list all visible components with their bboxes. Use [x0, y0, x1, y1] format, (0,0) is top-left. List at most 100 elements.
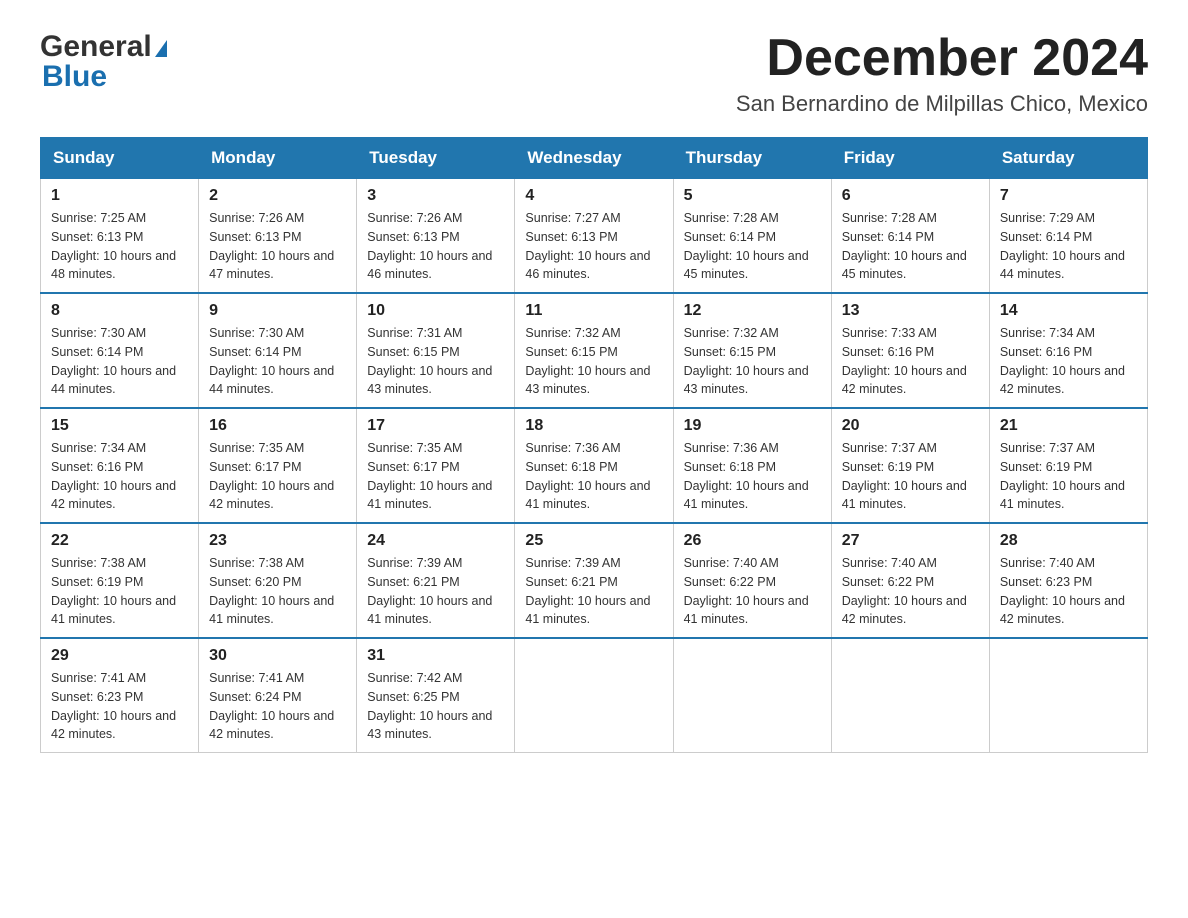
day-info: Sunrise: 7:35 AMSunset: 6:17 PMDaylight:…	[367, 441, 492, 511]
day-number: 12	[684, 302, 821, 320]
day-number: 17	[367, 417, 504, 435]
calendar-cell: 17 Sunrise: 7:35 AMSunset: 6:17 PMDaylig…	[357, 408, 515, 523]
calendar-cell	[831, 638, 989, 753]
calendar-cell: 4 Sunrise: 7:27 AMSunset: 6:13 PMDayligh…	[515, 179, 673, 294]
day-number: 13	[842, 302, 979, 320]
calendar-table: Sunday Monday Tuesday Wednesday Thursday…	[40, 137, 1148, 753]
day-number: 27	[842, 532, 979, 550]
day-number: 28	[1000, 532, 1137, 550]
day-info: Sunrise: 7:26 AMSunset: 6:13 PMDaylight:…	[367, 211, 492, 281]
day-info: Sunrise: 7:38 AMSunset: 6:19 PMDaylight:…	[51, 556, 176, 626]
day-number: 4	[525, 187, 662, 205]
calendar-title: December 2024	[736, 30, 1148, 87]
calendar-cell: 31 Sunrise: 7:42 AMSunset: 6:25 PMDaylig…	[357, 638, 515, 753]
day-number: 7	[1000, 187, 1137, 205]
day-info: Sunrise: 7:30 AMSunset: 6:14 PMDaylight:…	[51, 326, 176, 396]
logo: General Blue	[40, 30, 167, 94]
day-number: 6	[842, 187, 979, 205]
day-number: 9	[209, 302, 346, 320]
calendar-cell: 20 Sunrise: 7:37 AMSunset: 6:19 PMDaylig…	[831, 408, 989, 523]
day-info: Sunrise: 7:41 AMSunset: 6:23 PMDaylight:…	[51, 671, 176, 741]
calendar-cell: 9 Sunrise: 7:30 AMSunset: 6:14 PMDayligh…	[199, 293, 357, 408]
day-info: Sunrise: 7:39 AMSunset: 6:21 PMDaylight:…	[367, 556, 492, 626]
calendar-cell: 26 Sunrise: 7:40 AMSunset: 6:22 PMDaylig…	[673, 523, 831, 638]
calendar-cell	[673, 638, 831, 753]
day-info: Sunrise: 7:25 AMSunset: 6:13 PMDaylight:…	[51, 211, 176, 281]
day-info: Sunrise: 7:37 AMSunset: 6:19 PMDaylight:…	[1000, 441, 1125, 511]
day-info: Sunrise: 7:27 AMSunset: 6:13 PMDaylight:…	[525, 211, 650, 281]
col-saturday: Saturday	[989, 138, 1147, 179]
calendar-week-row: 1 Sunrise: 7:25 AMSunset: 6:13 PMDayligh…	[41, 179, 1148, 294]
calendar-cell: 28 Sunrise: 7:40 AMSunset: 6:23 PMDaylig…	[989, 523, 1147, 638]
day-info: Sunrise: 7:34 AMSunset: 6:16 PMDaylight:…	[1000, 326, 1125, 396]
day-number: 23	[209, 532, 346, 550]
calendar-cell: 15 Sunrise: 7:34 AMSunset: 6:16 PMDaylig…	[41, 408, 199, 523]
header-row: Sunday Monday Tuesday Wednesday Thursday…	[41, 138, 1148, 179]
calendar-week-row: 22 Sunrise: 7:38 AMSunset: 6:19 PMDaylig…	[41, 523, 1148, 638]
day-number: 18	[525, 417, 662, 435]
logo-general: General	[40, 30, 152, 64]
day-number: 22	[51, 532, 188, 550]
calendar-cell: 6 Sunrise: 7:28 AMSunset: 6:14 PMDayligh…	[831, 179, 989, 294]
calendar-cell: 11 Sunrise: 7:32 AMSunset: 6:15 PMDaylig…	[515, 293, 673, 408]
day-number: 1	[51, 187, 188, 205]
day-number: 5	[684, 187, 821, 205]
calendar-cell: 16 Sunrise: 7:35 AMSunset: 6:17 PMDaylig…	[199, 408, 357, 523]
day-info: Sunrise: 7:36 AMSunset: 6:18 PMDaylight:…	[684, 441, 809, 511]
calendar-cell: 5 Sunrise: 7:28 AMSunset: 6:14 PMDayligh…	[673, 179, 831, 294]
col-friday: Friday	[831, 138, 989, 179]
day-info: Sunrise: 7:40 AMSunset: 6:22 PMDaylight:…	[842, 556, 967, 626]
day-info: Sunrise: 7:41 AMSunset: 6:24 PMDaylight:…	[209, 671, 334, 741]
day-number: 10	[367, 302, 504, 320]
day-number: 2	[209, 187, 346, 205]
day-info: Sunrise: 7:26 AMSunset: 6:13 PMDaylight:…	[209, 211, 334, 281]
day-number: 20	[842, 417, 979, 435]
col-wednesday: Wednesday	[515, 138, 673, 179]
calendar-cell: 3 Sunrise: 7:26 AMSunset: 6:13 PMDayligh…	[357, 179, 515, 294]
day-number: 21	[1000, 417, 1137, 435]
calendar-cell: 14 Sunrise: 7:34 AMSunset: 6:16 PMDaylig…	[989, 293, 1147, 408]
calendar-cell: 2 Sunrise: 7:26 AMSunset: 6:13 PMDayligh…	[199, 179, 357, 294]
day-info: Sunrise: 7:40 AMSunset: 6:22 PMDaylight:…	[684, 556, 809, 626]
day-info: Sunrise: 7:37 AMSunset: 6:19 PMDaylight:…	[842, 441, 967, 511]
day-info: Sunrise: 7:32 AMSunset: 6:15 PMDaylight:…	[684, 326, 809, 396]
day-info: Sunrise: 7:30 AMSunset: 6:14 PMDaylight:…	[209, 326, 334, 396]
day-info: Sunrise: 7:33 AMSunset: 6:16 PMDaylight:…	[842, 326, 967, 396]
calendar-cell: 18 Sunrise: 7:36 AMSunset: 6:18 PMDaylig…	[515, 408, 673, 523]
day-number: 30	[209, 647, 346, 665]
calendar-cell: 19 Sunrise: 7:36 AMSunset: 6:18 PMDaylig…	[673, 408, 831, 523]
calendar-cell: 13 Sunrise: 7:33 AMSunset: 6:16 PMDaylig…	[831, 293, 989, 408]
calendar-cell: 10 Sunrise: 7:31 AMSunset: 6:15 PMDaylig…	[357, 293, 515, 408]
calendar-week-row: 8 Sunrise: 7:30 AMSunset: 6:14 PMDayligh…	[41, 293, 1148, 408]
calendar-cell: 24 Sunrise: 7:39 AMSunset: 6:21 PMDaylig…	[357, 523, 515, 638]
day-info: Sunrise: 7:36 AMSunset: 6:18 PMDaylight:…	[525, 441, 650, 511]
day-number: 29	[51, 647, 188, 665]
day-info: Sunrise: 7:42 AMSunset: 6:25 PMDaylight:…	[367, 671, 492, 741]
col-monday: Monday	[199, 138, 357, 179]
col-sunday: Sunday	[41, 138, 199, 179]
day-number: 15	[51, 417, 188, 435]
day-info: Sunrise: 7:40 AMSunset: 6:23 PMDaylight:…	[1000, 556, 1125, 626]
day-number: 14	[1000, 302, 1137, 320]
day-info: Sunrise: 7:28 AMSunset: 6:14 PMDaylight:…	[684, 211, 809, 281]
day-number: 8	[51, 302, 188, 320]
logo-blue: Blue	[42, 60, 107, 94]
day-info: Sunrise: 7:34 AMSunset: 6:16 PMDaylight:…	[51, 441, 176, 511]
calendar-cell: 25 Sunrise: 7:39 AMSunset: 6:21 PMDaylig…	[515, 523, 673, 638]
calendar-cell	[515, 638, 673, 753]
calendar-cell: 8 Sunrise: 7:30 AMSunset: 6:14 PMDayligh…	[41, 293, 199, 408]
day-info: Sunrise: 7:29 AMSunset: 6:14 PMDaylight:…	[1000, 211, 1125, 281]
calendar-cell: 7 Sunrise: 7:29 AMSunset: 6:14 PMDayligh…	[989, 179, 1147, 294]
calendar-cell: 29 Sunrise: 7:41 AMSunset: 6:23 PMDaylig…	[41, 638, 199, 753]
title-area: December 2024 San Bernardino de Milpilla…	[736, 30, 1148, 117]
day-info: Sunrise: 7:28 AMSunset: 6:14 PMDaylight:…	[842, 211, 967, 281]
calendar-cell: 30 Sunrise: 7:41 AMSunset: 6:24 PMDaylig…	[199, 638, 357, 753]
day-number: 25	[525, 532, 662, 550]
day-number: 26	[684, 532, 821, 550]
calendar-cell: 12 Sunrise: 7:32 AMSunset: 6:15 PMDaylig…	[673, 293, 831, 408]
calendar-body: 1 Sunrise: 7:25 AMSunset: 6:13 PMDayligh…	[41, 179, 1148, 753]
day-info: Sunrise: 7:31 AMSunset: 6:15 PMDaylight:…	[367, 326, 492, 396]
calendar-cell: 21 Sunrise: 7:37 AMSunset: 6:19 PMDaylig…	[989, 408, 1147, 523]
day-number: 11	[525, 302, 662, 320]
day-number: 19	[684, 417, 821, 435]
